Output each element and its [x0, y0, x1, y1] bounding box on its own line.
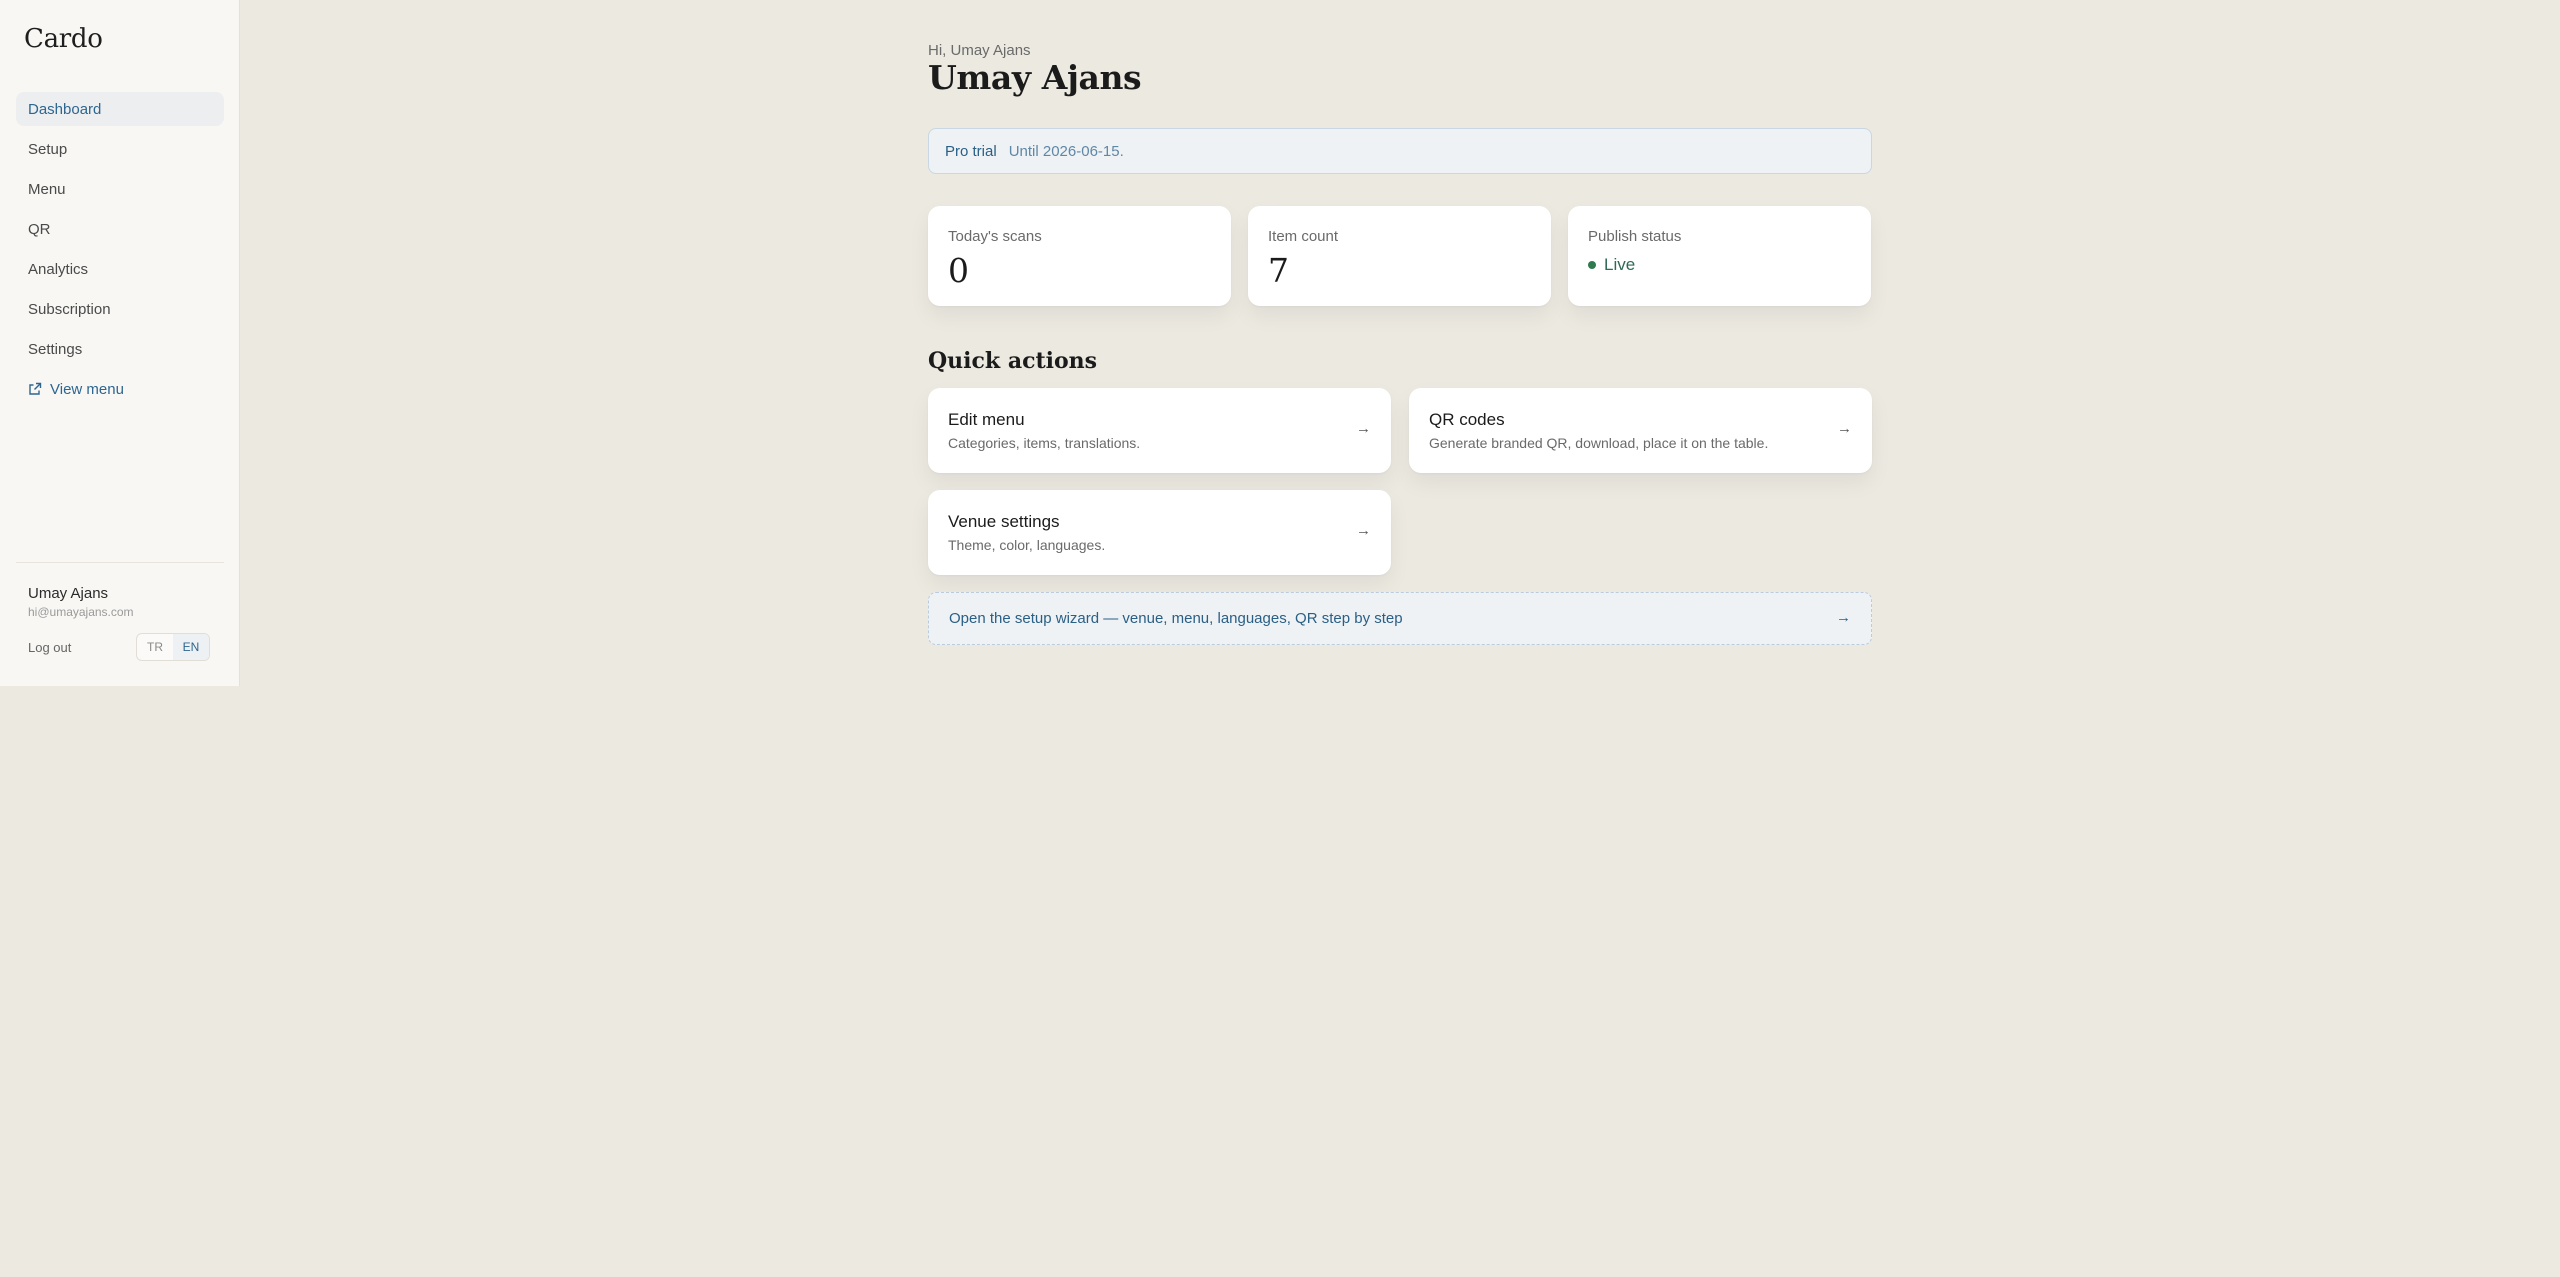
- action-desc: Theme, color, languages.: [948, 537, 1106, 553]
- logout-button[interactable]: Log out: [28, 640, 71, 655]
- footer-row: Log out TR EN: [28, 633, 210, 661]
- stat-card-scans: Today's scans 0: [928, 206, 1231, 306]
- action-title: Edit menu: [948, 410, 1025, 429]
- page-title: Umay Ajans: [928, 58, 1142, 97]
- view-menu-label: View menu: [50, 380, 124, 398]
- sidebar-item-settings[interactable]: Settings: [16, 332, 224, 366]
- sidebar-item-analytics[interactable]: Analytics: [16, 252, 224, 286]
- trial-label: Pro trial: [945, 142, 997, 160]
- sidebar-footer: Umay Ajans hi@umayajans.com Log out TR E…: [16, 562, 224, 661]
- setup-wizard-link[interactable]: Open the setup wizard — venue, menu, lan…: [928, 592, 1872, 645]
- stat-card-publish: Publish status Live: [1568, 206, 1871, 306]
- action-title: Venue settings: [948, 512, 1060, 531]
- arrow-right-icon: →: [1356, 420, 1371, 437]
- greeting: Hi, Umay Ajans: [928, 42, 1031, 59]
- action-desc: Generate branded QR, download, place it …: [1429, 435, 1769, 451]
- stat-value: 7: [1268, 251, 1289, 290]
- venue-settings-card[interactable]: Venue settings Theme, color, languages. …: [928, 490, 1391, 575]
- language-option-en[interactable]: EN: [173, 634, 209, 660]
- sidebar-nav: Dashboard Setup Menu QR Analytics Subscr…: [16, 92, 224, 406]
- language-switch: TR EN: [136, 633, 210, 661]
- sidebar: Cardo Dashboard Setup Menu QR Analytics …: [0, 0, 240, 686]
- stat-label: Item count: [1268, 228, 1339, 245]
- stat-card-items: Item count 7: [1248, 206, 1551, 306]
- qr-codes-card[interactable]: QR codes Generate branded QR, download, …: [1409, 388, 1872, 473]
- stat-label: Publish status: [1588, 228, 1682, 245]
- view-menu-link[interactable]: View menu: [16, 372, 224, 406]
- stat-label: Today's scans: [948, 228, 1042, 245]
- trial-banner: Pro trial Until 2026-06-15.: [928, 128, 1872, 174]
- setup-wizard-label: Open the setup wizard — venue, menu, lan…: [949, 610, 1403, 627]
- user-email: hi@umayajans.com: [28, 605, 134, 619]
- sidebar-item-menu[interactable]: Menu: [16, 172, 224, 206]
- sidebar-item-qr[interactable]: QR: [16, 212, 224, 246]
- trial-until: Until 2026-06-15.: [1008, 142, 1124, 160]
- quick-actions-title: Quick actions: [928, 348, 1098, 374]
- sidebar-item-subscription[interactable]: Subscription: [16, 292, 224, 326]
- action-title: QR codes: [1429, 410, 1505, 429]
- brand-logo[interactable]: Cardo: [24, 24, 103, 54]
- language-option-tr[interactable]: TR: [137, 634, 173, 660]
- arrow-right-icon: →: [1837, 420, 1852, 437]
- publish-status-value: Live: [1604, 255, 1636, 274]
- stats-row: Today's scans 0 Item count 7 Publish sta…: [928, 206, 1872, 306]
- action-desc: Categories, items, translations.: [948, 435, 1141, 451]
- publish-status: Live: [1588, 255, 1851, 275]
- sidebar-item-setup[interactable]: Setup: [16, 132, 224, 166]
- status-dot-icon: [1588, 261, 1596, 269]
- sidebar-item-dashboard[interactable]: Dashboard: [16, 92, 224, 126]
- stat-value: 0: [948, 251, 969, 290]
- arrow-right-icon: →: [1836, 609, 1851, 626]
- user-name: Umay Ajans: [28, 585, 109, 602]
- edit-menu-card[interactable]: Edit menu Categories, items, translation…: [928, 388, 1391, 473]
- arrow-right-icon: →: [1356, 522, 1371, 539]
- external-link-icon: [29, 382, 42, 395]
